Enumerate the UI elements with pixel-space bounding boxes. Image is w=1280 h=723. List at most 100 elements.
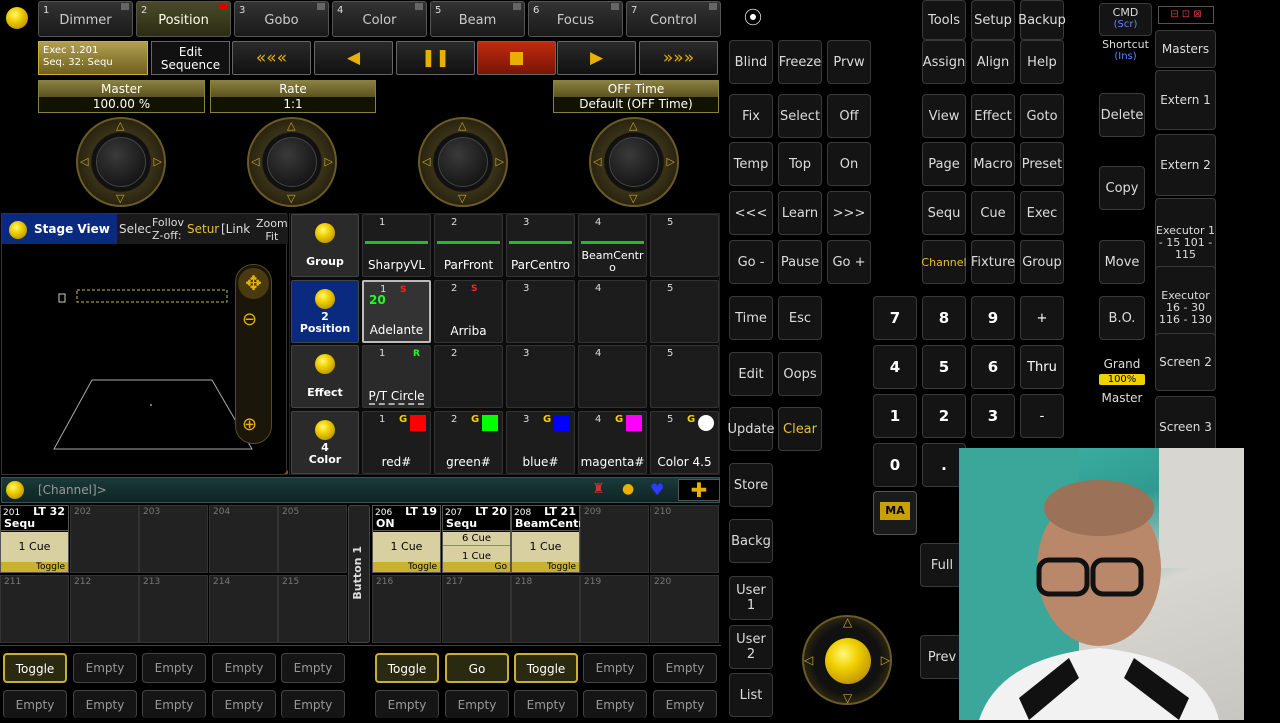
encoder-left-icon[interactable]: ◁ [80, 155, 88, 168]
encoder-right-icon[interactable]: ▷ [325, 155, 333, 168]
exec-button-6[interactable]: Toggle [375, 653, 439, 683]
view-button-1[interactable]: Masters [1155, 30, 1216, 68]
encoder-up-icon[interactable]: △ [458, 119, 466, 132]
effect-pool-item[interactable]: 1 P/T Circle R [362, 345, 431, 408]
tab-color[interactable]: 4 Color [332, 1, 427, 37]
group-pool-item[interactable]: 3 ParCentro [506, 214, 575, 277]
edit-sequence-button[interactable]: Edit Sequence [151, 41, 230, 75]
zoom-in-icon[interactable]: ⊕ [242, 414, 257, 435]
executor-219[interactable]: 219 [580, 575, 649, 643]
delete-key[interactable]: Delete [1099, 93, 1145, 137]
exec-button-row2-3[interactable]: Empty [142, 690, 206, 718]
color-pool-item[interactable]: 5 Color 4.5 G [650, 411, 719, 474]
full-key[interactable]: Full [920, 543, 964, 587]
exec-button-1[interactable]: Toggle [3, 653, 67, 683]
tab-control[interactable]: 7 Control [626, 1, 721, 37]
encoder-knob[interactable] [438, 137, 488, 187]
color-pool-item[interactable]: 1 red# G [362, 411, 431, 474]
tab-position[interactable]: 2 Position [136, 1, 231, 37]
key-pause[interactable]: Pause [778, 240, 822, 284]
go-button[interactable]: ▶ [557, 41, 636, 75]
key-backg[interactable]: Backg [729, 519, 773, 563]
group-pool-item[interactable]: 1 SharpyVL [362, 214, 431, 277]
fast-forward-button[interactable]: »»» [639, 41, 718, 75]
encoder-left-icon[interactable]: ◁ [422, 155, 430, 168]
shortcut-button[interactable]: Shortcut (Ins) [1099, 37, 1152, 67]
exec-button-2[interactable]: Empty [73, 653, 137, 683]
exec-button-row2-9[interactable]: Empty [583, 690, 647, 718]
key-user2[interactable]: User 2 [729, 625, 773, 669]
executor-220[interactable]: 220 [650, 575, 719, 643]
executor-214[interactable]: 214 [209, 575, 278, 643]
key-time[interactable]: Time [729, 296, 773, 340]
key-page[interactable]: Page [922, 142, 966, 186]
exec-button-row2-8[interactable]: Empty [514, 690, 578, 718]
cmd-button[interactable]: CMD (Scr) [1099, 3, 1152, 36]
stage-link-button[interactable]: [Link [221, 222, 250, 236]
key-help[interactable]: Help [1020, 40, 1064, 84]
numpad-key[interactable]: 7 [873, 296, 917, 340]
prev-key[interactable]: Prev [920, 635, 964, 679]
key-goto[interactable]: Goto [1020, 94, 1064, 138]
tab-focus[interactable]: 6 Focus [528, 1, 623, 37]
key-blind[interactable]: Blind [729, 40, 773, 84]
key-cue[interactable]: Cue [971, 191, 1015, 235]
encoder-1[interactable]: △ ▽ ◁ ▷ [76, 117, 166, 207]
numpad-key[interactable]: 9 [971, 296, 1015, 340]
executor-204[interactable]: 204 [209, 505, 278, 573]
rewind-button[interactable]: ««« [232, 41, 311, 75]
key-group[interactable]: Group [1020, 240, 1064, 284]
app-ball-icon[interactable] [6, 7, 28, 29]
key-fix[interactable]: Fix [729, 94, 773, 138]
numpad-key[interactable]: 6 [971, 345, 1015, 389]
encoder-right-icon[interactable]: ▷ [496, 155, 504, 168]
grand-master[interactable]: Grand 100% Master [1099, 352, 1145, 422]
ma-logo[interactable]: MA [873, 491, 917, 535]
key-user1[interactable]: User 1 [729, 576, 773, 620]
master-display[interactable]: Master 100.00 % [38, 80, 205, 113]
key-clear[interactable]: Clear [778, 407, 822, 451]
numpad-key[interactable]: + [1020, 296, 1064, 340]
encoder-up-icon[interactable]: △ [287, 119, 295, 132]
key-learn[interactable]: Learn [778, 191, 822, 235]
exec-button-row2-2[interactable]: Empty [73, 690, 137, 718]
key-channel[interactable]: Channel [921, 240, 967, 284]
exec-button-row2-10[interactable]: Empty [653, 690, 717, 718]
numpad-key[interactable]: 0 [873, 443, 917, 487]
stage-zoom-fit-button[interactable]: Zoom Fit [256, 217, 288, 243]
exec-button-5[interactable]: Empty [281, 653, 345, 683]
exec-button-8[interactable]: Toggle [514, 653, 578, 683]
executor-217[interactable]: 217 [442, 575, 511, 643]
trackball[interactable]: △ ▽ ◁ ▷ [802, 615, 892, 705]
numpad-key[interactable]: 2 [922, 394, 966, 438]
tab-gobo[interactable]: 3 Gobo [234, 1, 329, 37]
executor-202[interactable]: 202 [70, 505, 139, 573]
executor-208[interactable]: 208 LT 21 BeamCentr 1 Cue Toggle [511, 505, 584, 573]
numpad-key[interactable]: 3 [971, 394, 1015, 438]
numpad-key[interactable]: Thru [1020, 345, 1064, 389]
key-exec[interactable]: Exec [1020, 191, 1064, 235]
group-pool-item[interactable]: 5 [650, 214, 719, 277]
pause-button[interactable]: ❚❚ [396, 41, 475, 75]
stop-button[interactable]: ■ [477, 41, 556, 75]
encoder-3[interactable]: △ ▽ ◁ ▷ [418, 117, 508, 207]
offtime-display[interactable]: OFF Time Default (OFF Time) [553, 80, 719, 113]
position-pool-item[interactable]: 4 [578, 280, 647, 343]
position-pool-item[interactable]: 5 [650, 280, 719, 343]
target-icon[interactable]: ⦿ [739, 6, 767, 34]
numpad-key[interactable]: 4 [873, 345, 917, 389]
executor-213[interactable]: 213 [139, 575, 208, 643]
key-view[interactable]: View [922, 94, 966, 138]
exec-button-7[interactable]: Go [445, 653, 509, 683]
exec-info[interactable]: Exec 1.201 Seq. 32: Sequ [38, 41, 148, 75]
key-setup[interactable]: Setup [971, 0, 1015, 40]
effect-pool-item[interactable]: 3 [506, 345, 575, 408]
encoder-4[interactable]: △ ▽ ◁ ▷ [589, 117, 679, 207]
key-oops[interactable]: Oops [778, 352, 822, 396]
stage-view-window[interactable]: Stage View Selec Follov Z-off: Setur [Lin… [1, 213, 288, 475]
executor-210[interactable]: 210 [650, 505, 719, 573]
zoom-out-icon[interactable]: ⊖ [242, 309, 257, 330]
encoder-2[interactable]: △ ▽ ◁ ▷ [247, 117, 337, 207]
pool-row-color[interactable]: 4 Color [291, 411, 359, 474]
key-freeze[interactable]: Freeze [778, 40, 822, 84]
